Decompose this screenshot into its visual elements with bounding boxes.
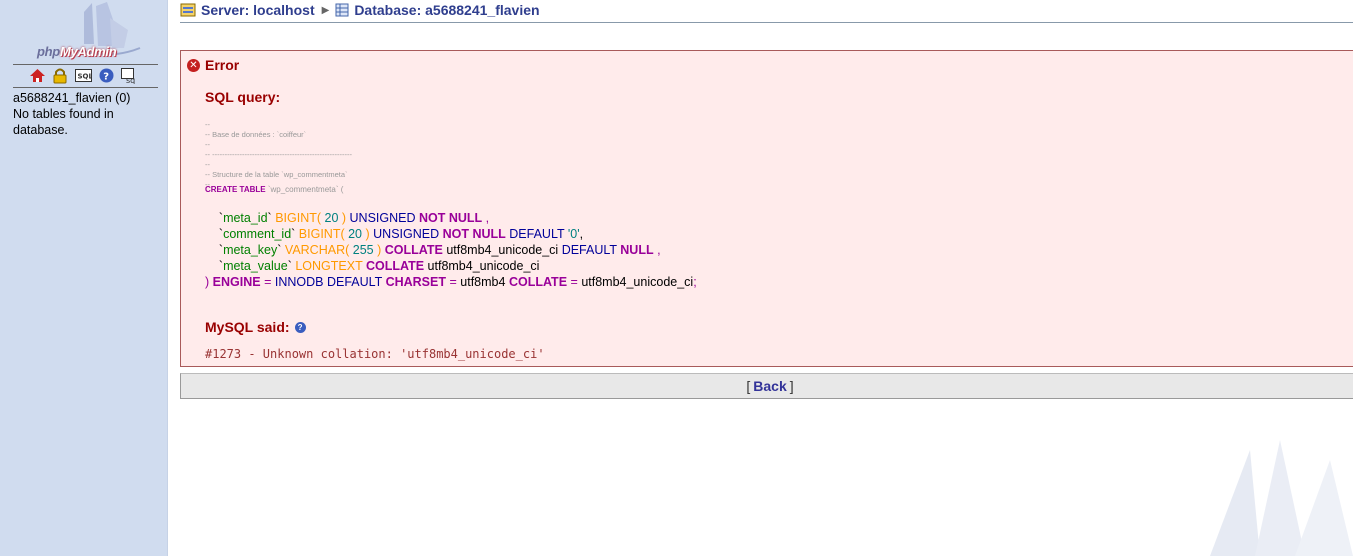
sql-type: BIGINT	[275, 211, 317, 225]
database-link[interactable]: a5688241_flavien (0)	[13, 90, 163, 106]
sql-query-body: `meta_id` BIGINT( 20 ) UNSIGNED NOT NULL…	[205, 210, 697, 290]
sql-line: `meta_key` VARCHAR( 255 ) COLLATE utf8mb…	[205, 243, 661, 257]
sql-number: 20	[348, 227, 363, 241]
sql-keyword: DEFAULT	[326, 275, 383, 289]
sql-keyword: UNSIGNED	[349, 211, 416, 225]
query-window-icon[interactable]: sq	[120, 67, 138, 84]
sql-line: ) ENGINE = INNODB DEFAULT CHARSET = utf8…	[205, 275, 697, 289]
sql-charset: utf8mb4	[460, 275, 506, 289]
sql-number: 20	[324, 211, 339, 225]
mysql-said-text: MySQL said:	[205, 319, 290, 335]
logo-php: php	[37, 44, 60, 59]
home-icon[interactable]	[28, 67, 46, 84]
svg-text:SQL: SQL	[77, 73, 92, 81]
sql-collation: utf8mb4_unicode_ci	[427, 259, 540, 273]
logo-myadmin: MyAdmin	[59, 44, 117, 59]
lock-icon[interactable]	[51, 67, 69, 84]
database-icon	[335, 3, 349, 17]
bracket-open: [	[746, 378, 751, 394]
error-title-text: Error	[205, 57, 240, 73]
svg-text:sq: sq	[126, 76, 135, 84]
help-icon[interactable]: ?	[294, 321, 306, 333]
sql-keyword: INNODB	[274, 275, 324, 289]
sql-line: `comment_id` BIGINT( 20 ) UNSIGNED NOT N…	[205, 227, 584, 241]
sql-identifier: meta_id	[223, 211, 268, 225]
sql-keyword: COLLATE	[365, 259, 425, 273]
error-icon: ✕	[187, 58, 200, 72]
mysql-said-heading: MySQL said: ?	[205, 319, 306, 335]
chevron-right-icon: ▶	[321, 4, 330, 16]
server-icon	[180, 3, 196, 17]
error-panel: ✕ Error SQL query: -- -- Base de données…	[180, 50, 1353, 367]
sql-keyword: COLLATE	[384, 243, 443, 257]
sql-keyword: NULL	[620, 243, 654, 257]
breadcrumb: Server: localhost ▶ Database: a5688241_f…	[180, 0, 1353, 20]
breadcrumb-server[interactable]: Server: localhost	[180, 2, 315, 18]
sql-create-line: CREATE TABLE `wp_commentmeta` (	[205, 185, 343, 194]
sql-comment-block: -- -- Base de données : `coiffeur` -- --…	[205, 120, 352, 189]
sql-identifier: comment_id	[223, 227, 292, 241]
sql-keyword: CHARSET	[385, 275, 446, 289]
sql-keyword: COLLATE	[508, 275, 568, 289]
sql-type: BIGINT	[298, 227, 341, 241]
sql-type: VARCHAR	[284, 243, 346, 257]
sql-identifier: meta_value	[223, 259, 288, 273]
sql-query-heading: SQL query:	[205, 89, 281, 105]
sql-line: `meta_value` LONGTEXT COLLATE utf8mb4_un…	[205, 259, 540, 273]
breadcrumb-database-label: Database: a5688241_flavien	[354, 2, 540, 18]
breadcrumb-database[interactable]: Database: a5688241_flavien	[335, 2, 540, 18]
divider	[13, 64, 158, 65]
logo-wordmark: phpMyAdmin	[37, 44, 117, 59]
sql-icon[interactable]: SQL	[74, 67, 92, 84]
breadcrumb-server-label: Server: localhost	[201, 2, 315, 18]
svg-text:?: ?	[103, 72, 109, 83]
phpmyadmin-logo[interactable]: phpMyAdmin	[0, 0, 168, 66]
back-bar: [ Back ]	[180, 373, 1353, 399]
sql-keyword: NOT NULL	[442, 227, 506, 241]
sql-collation: utf8mb4_unicode_ci	[446, 243, 559, 257]
sql-table-name: `wp_commentmeta` (	[265, 185, 344, 194]
nav-icon-bar: SQL ? sq	[28, 67, 138, 84]
sql-create-keyword: CREATE TABLE	[205, 185, 266, 194]
sql-identifier: meta_key	[223, 243, 278, 257]
sql-keyword: ENGINE	[212, 275, 261, 289]
database-info: a5688241_flavien (0) No tables found in …	[13, 90, 163, 138]
navigation-frame: phpMyAdmin SQL ? sq a5688241_flavien (0)…	[0, 0, 168, 556]
back-link[interactable]: Back	[753, 378, 786, 394]
sql-number: 255	[352, 243, 374, 257]
sql-string: '0'	[567, 227, 580, 241]
divider	[13, 87, 158, 88]
sql-keyword: DEFAULT	[509, 227, 565, 241]
sql-type: LONGTEXT	[295, 259, 363, 273]
error-message: #1273 - Unknown collation: 'utf8mb4_unic…	[205, 347, 545, 361]
sql-keyword: UNSIGNED	[373, 227, 440, 241]
no-tables-message: No tables found in database.	[13, 107, 114, 137]
sql-collation: utf8mb4_unicode_ci	[581, 275, 694, 289]
error-title: ✕ Error	[187, 57, 239, 73]
sailboat-watermark-icon	[1210, 440, 1353, 556]
sql-keyword: DEFAULT	[561, 243, 617, 257]
header-divider	[180, 22, 1353, 23]
sql-line: `meta_id` BIGINT( 20 ) UNSIGNED NOT NULL…	[205, 211, 490, 225]
sql-keyword: NOT NULL	[419, 211, 483, 225]
help-icon[interactable]: ?	[97, 67, 115, 84]
bracket-close: ]	[789, 378, 794, 394]
